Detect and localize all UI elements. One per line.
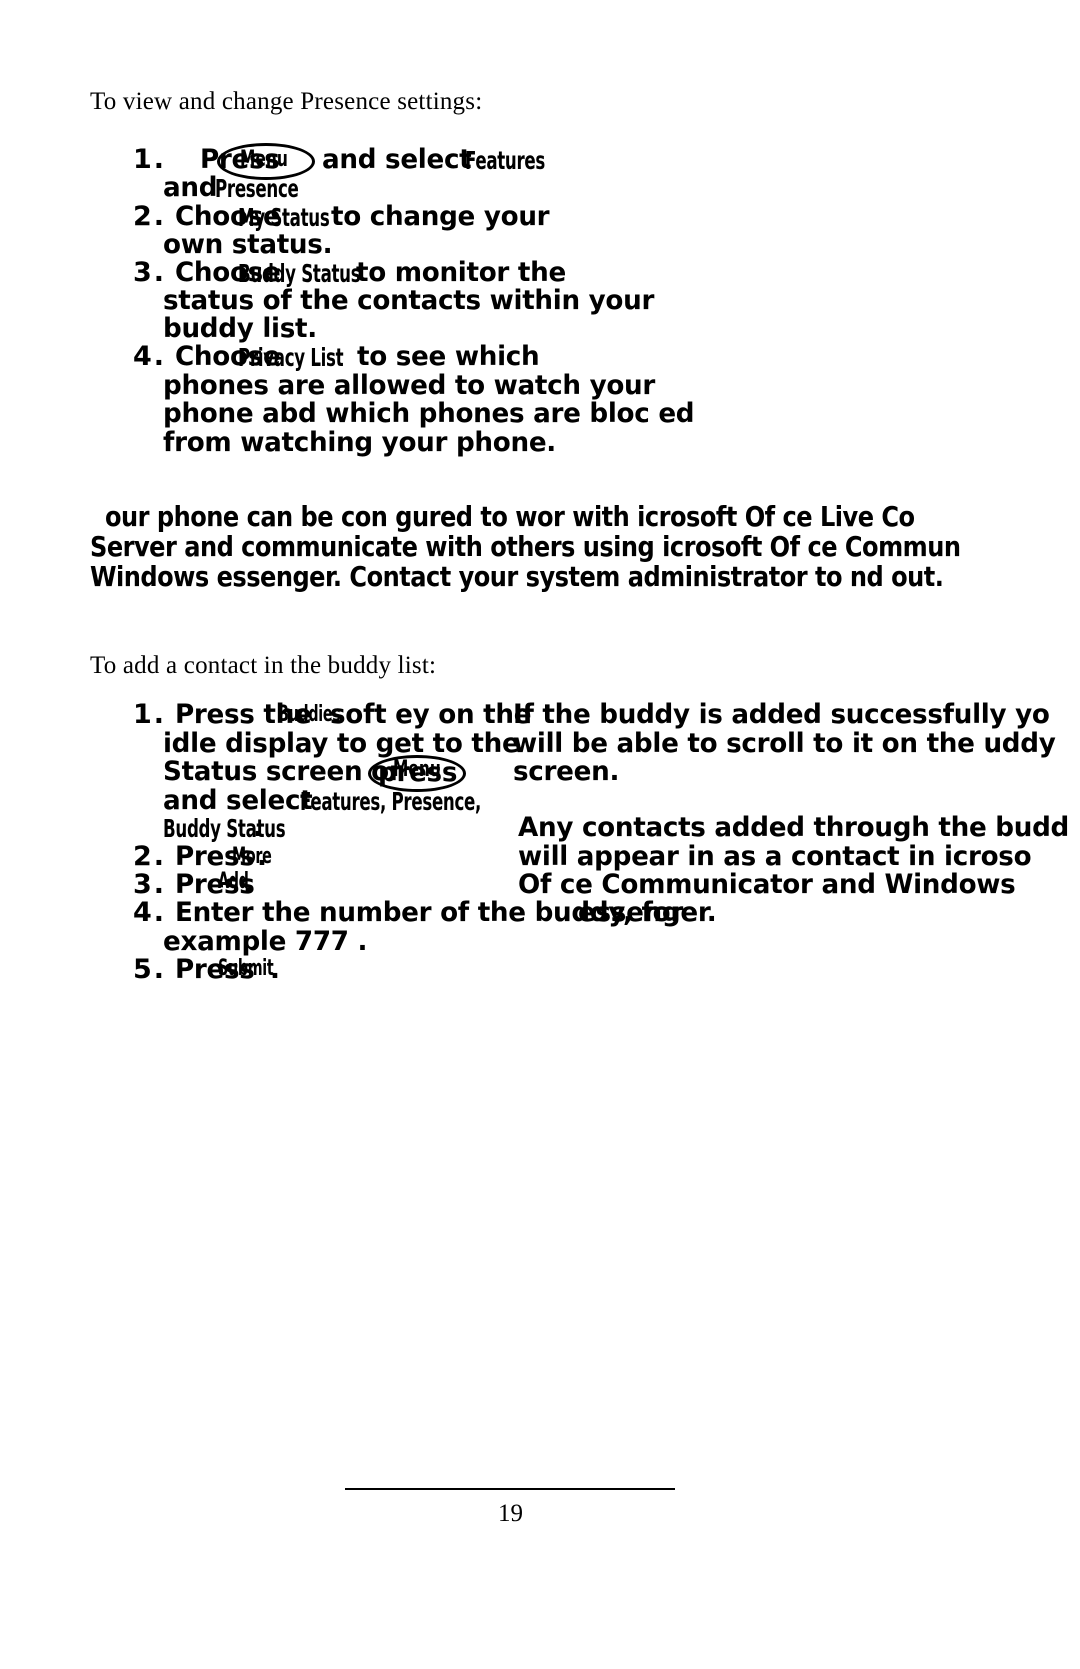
presence-step-3-menu-item: Buddy Status [238, 259, 361, 288]
add-contact-lead-in: To add a contact in the buddy list: [90, 652, 437, 679]
add-contact-step-5-text-after: . [270, 954, 280, 985]
presence-step-2-text-after: to change your [331, 201, 550, 232]
add-contact-step-3-text-after: . [243, 869, 253, 900]
presence-step-1-line2: and [163, 172, 218, 203]
presence-step-4-line4: from watching your phone. [163, 427, 556, 458]
add-contact-step-5-number: 5. [133, 954, 167, 985]
presence-step-3-line3: buddy list. [163, 313, 317, 344]
add-contact-step-1-menu-buddy-status: Buddy Status [163, 814, 286, 843]
add-contact-note-line-1: If the buddy is added successfully yo [513, 699, 1050, 730]
presence-paragraph-line-3: Windows essenger. Contact your system ad… [90, 560, 944, 593]
add-contact-step-1-line2: idle display to get to the [163, 728, 520, 759]
presence-step-1-number: 1. [133, 144, 167, 175]
presence-step-2-number: 2. [133, 201, 167, 232]
presence-step-3-text-after: to monitor the [356, 257, 566, 288]
add-contact-step-3-number: 3. [133, 869, 167, 900]
add-contact-note-line-5: will appear in as a contact in icroso [518, 841, 1032, 872]
presence-step-4-menu-item: Privacy List [238, 343, 344, 372]
presence-step-1-menu-features: Features [465, 146, 546, 175]
page-number: 19 [498, 1500, 523, 1527]
add-contact-step-5-softkey-submit: Submit [218, 956, 274, 981]
document-page: To view and change Presence settings: 1.… [0, 0, 1080, 1669]
add-contact-step-1-line3-before: Status screen or [163, 756, 402, 787]
add-contact-step-1-line1-after: soft ey on the [330, 699, 532, 730]
presence-step-4-text-after: to see which [357, 341, 540, 372]
footer-divider [345, 1488, 675, 1490]
presence-paragraph-line-2: Server and communicate with others using… [90, 530, 961, 563]
presence-paragraph-line-1: our phone can be con gured to wor with i… [105, 500, 915, 533]
presence-step-3-number: 3. [133, 257, 167, 288]
menu-key-label: Menu [240, 147, 288, 172]
menu-key-label-secondary: Menu [393, 757, 441, 782]
presence-step-4-number: 4. [133, 341, 167, 372]
add-contact-step-2-text-after: . [257, 841, 267, 872]
presence-step-1-text-after: and select [322, 144, 472, 175]
presence-step-2-line2: own status. [163, 229, 333, 260]
presence-step-3-line2: status of the contacts within your [163, 285, 655, 316]
add-contact-step-4-number: 4. [133, 897, 167, 928]
add-contact-step-1-number: 1. [133, 699, 167, 730]
add-contact-note-line-7: essenger. [578, 897, 717, 928]
add-contact-step-4-line2: example 777 . [163, 926, 368, 957]
presence-lead-in: To view and change Presence settings: [90, 88, 483, 115]
presence-step-1-menu-presence: Presence [215, 174, 299, 203]
add-contact-step-1-line5-after: . [253, 812, 263, 843]
add-contact-note-line-6: Of ce Communicator and Windows [518, 869, 1016, 900]
presence-step-4-line3: phone abd which phones are bloc ed [163, 398, 695, 429]
presence-step-4-line2: phones are allowed to watch your [163, 370, 656, 401]
add-contact-step-1-menu-path: Features, Presence, [300, 787, 482, 816]
add-contact-note-line-3: screen. [513, 756, 620, 787]
add-contact-note-line-4: Any contacts added through the budd [518, 812, 1069, 843]
add-contact-note-line-2: will be able to scroll to it on the uddy [513, 728, 1056, 759]
add-contact-step-2-number: 2. [133, 841, 167, 872]
presence-step-2-menu-item: My Status [238, 203, 330, 232]
add-contact-step-1-line4-before: and select [163, 785, 313, 816]
